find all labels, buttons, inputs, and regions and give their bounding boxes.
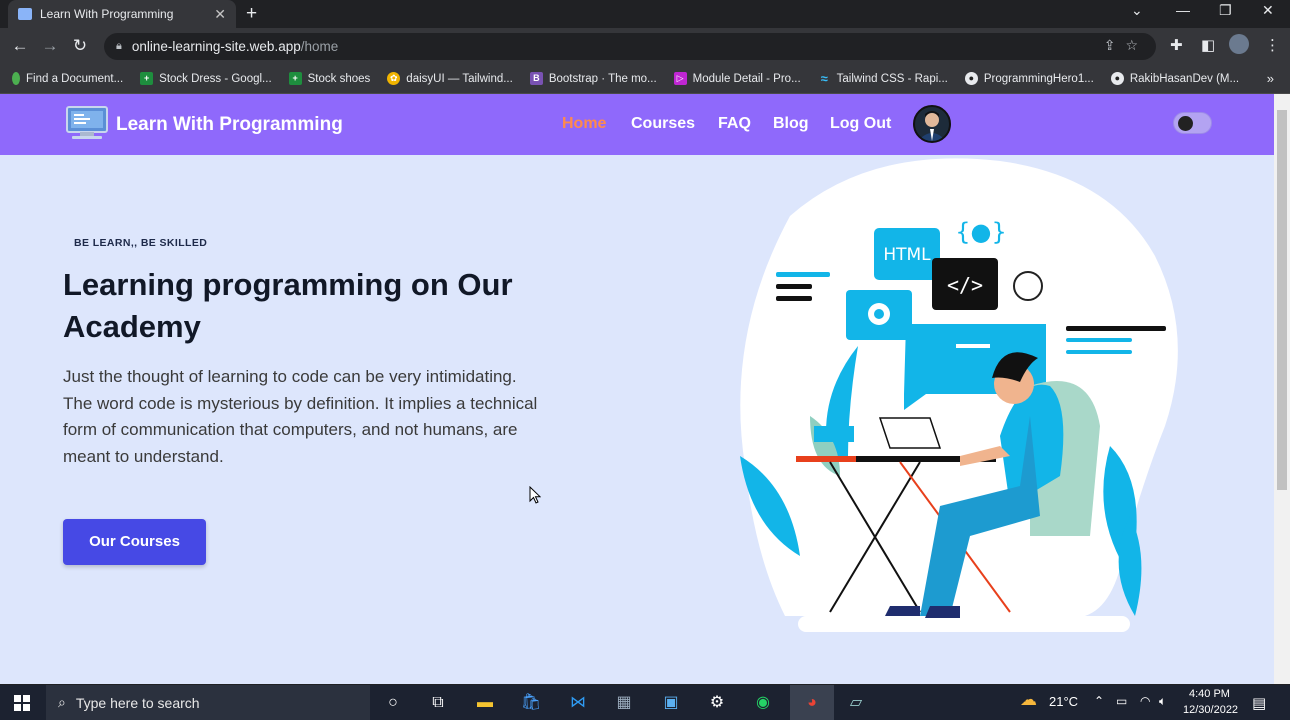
weather-temperature[interactable]: 21°C bbox=[1049, 694, 1078, 709]
clock-date[interactable]: 12/30/2022 bbox=[1183, 704, 1238, 716]
calculator-icon[interactable]: ▦ bbox=[613, 692, 635, 714]
weather-icon[interactable]: ☁ bbox=[1020, 690, 1037, 710]
site-navbar: Learn With Programming Home Courses FAQ … bbox=[0, 94, 1274, 155]
sheets-icon: + bbox=[288, 72, 302, 85]
our-courses-button[interactable]: Our Courses bbox=[63, 519, 206, 565]
search-icon: ⌕ bbox=[58, 694, 66, 710]
browser-tab[interactable]: Learn With Programming ✕ bbox=[8, 0, 236, 28]
hero-headline: Learning programming on Our Academy bbox=[63, 267, 513, 344]
mouse-cursor-icon bbox=[529, 486, 541, 504]
url-path: /home bbox=[300, 39, 339, 54]
app-icon[interactable]: ▣ bbox=[660, 692, 682, 714]
notes-app-icon[interactable]: ▱ bbox=[845, 692, 867, 714]
url-bar[interactable]: 🔒︎ online-learning-site.web.app/home ⇪☆ bbox=[104, 33, 1156, 60]
toggle-knob bbox=[1178, 116, 1193, 131]
hero-paragraph: Just the thought of learning to code can… bbox=[63, 367, 538, 466]
bookmarks-overflow-icon[interactable]: » bbox=[1267, 71, 1274, 86]
url-host: online-learning-site.web.app bbox=[131, 39, 301, 54]
nav-faq-link[interactable]: FAQ bbox=[718, 115, 751, 133]
bookmark-item[interactable]: Find a Document... bbox=[12, 72, 123, 85]
tailwind-icon: ≈ bbox=[820, 71, 828, 86]
nav-logout-link[interactable]: Log Out bbox=[830, 115, 891, 133]
settings-gear-icon[interactable]: ⚙ bbox=[706, 692, 728, 714]
wifi-icon[interactable]: ◠ bbox=[1140, 694, 1150, 708]
file-explorer-icon[interactable]: ▬ bbox=[474, 692, 496, 714]
user-avatar[interactable] bbox=[913, 105, 951, 143]
bookmark-item[interactable]: ✿ daisyUI — Tailwind... bbox=[387, 72, 513, 85]
task-view-icon[interactable]: ⧉ bbox=[427, 692, 449, 714]
bookmark-item[interactable]: ≈ Tailwind CSS - Rapi... bbox=[818, 72, 948, 85]
brand-name[interactable]: Learn With Programming bbox=[116, 114, 343, 136]
github-icon: ● bbox=[964, 72, 978, 85]
taskbar-search-box[interactable]: ⌕ Type here to search bbox=[46, 685, 370, 720]
volume-icon[interactable]: 🔈︎ bbox=[1159, 694, 1166, 709]
github-icon: ● bbox=[1110, 72, 1124, 85]
daisyui-icon: ✿ bbox=[387, 72, 401, 85]
profile-avatar[interactable] bbox=[1229, 34, 1249, 54]
bookmark-item[interactable]: B Bootstrap · The mo... bbox=[529, 72, 657, 85]
chrome-icon[interactable]: ◕ bbox=[790, 685, 834, 720]
scrollbar-thumb[interactable] bbox=[1277, 110, 1287, 490]
bookmark-item[interactable]: ▷ Module Detail - Pro... bbox=[673, 72, 801, 85]
maximize-icon[interactable]: ❐ bbox=[1219, 2, 1232, 19]
minimize-icon[interactable]: — bbox=[1176, 2, 1190, 18]
forward-icon[interactable]: → bbox=[35, 36, 65, 56]
bootstrap-icon: B bbox=[529, 72, 543, 85]
sheets-icon: + bbox=[140, 72, 154, 85]
nav-courses-link[interactable]: Courses bbox=[631, 115, 695, 133]
brand-logo-icon[interactable] bbox=[66, 106, 108, 140]
cortana-icon[interactable]: ○ bbox=[382, 692, 404, 714]
close-window-icon[interactable]: ✕ bbox=[1262, 2, 1274, 19]
vscode-icon[interactable]: ⋈ bbox=[567, 692, 589, 714]
reload-icon[interactable]: ↻ bbox=[65, 36, 95, 56]
nav-home-link[interactable]: Home bbox=[562, 115, 606, 133]
web-page: Learn With Programming Home Courses FAQ … bbox=[0, 94, 1274, 684]
bookmark-favicon-icon bbox=[12, 72, 20, 85]
tab-title: Learn With Programming bbox=[40, 7, 174, 21]
bookmark-item[interactable]: ● ProgrammingHero1... bbox=[964, 72, 1094, 85]
tab-search-icon[interactable]: ⌄ bbox=[1131, 2, 1143, 19]
battery-icon[interactable]: ▭ bbox=[1116, 694, 1127, 708]
taskbar-search-placeholder: Type here to search bbox=[75, 694, 200, 711]
module-icon: ▷ bbox=[673, 72, 687, 85]
code-badge: </> bbox=[947, 273, 983, 297]
side-panel-icon[interactable]: ◧ bbox=[1201, 36, 1215, 54]
whatsapp-icon[interactable]: ◉ bbox=[752, 692, 774, 714]
address-toolbar: ← → ↻ 🔒︎ online-learning-site.web.app/ho… bbox=[0, 28, 1290, 64]
notifications-icon[interactable]: ▤ bbox=[1252, 694, 1266, 712]
bookmark-star-icon[interactable]: ☆ bbox=[1125, 37, 1148, 53]
braces-badge: {●} bbox=[955, 218, 1006, 246]
store-icon[interactable]: 🛍︎ bbox=[520, 692, 542, 714]
windows-taskbar: ⌕ Type here to search ○ ⧉ ▬ 🛍︎ ⋈ ▦ ▣ ⚙ ◉… bbox=[0, 685, 1290, 720]
theme-toggle[interactable] bbox=[1173, 112, 1212, 134]
windows-start-icon[interactable] bbox=[14, 695, 30, 711]
menu-dots-icon[interactable]: ⋮ bbox=[1265, 36, 1280, 54]
bookmark-item[interactable]: ● RakibHasanDev (M... bbox=[1110, 72, 1239, 85]
page-scrollbar[interactable] bbox=[1274, 94, 1290, 684]
extensions-icon[interactable]: ✚ bbox=[1170, 36, 1183, 54]
new-tab-button[interactable]: + bbox=[246, 3, 257, 25]
hero-illustration: HTML </> {●} bbox=[740, 158, 1178, 632]
bookmarks-bar: Find a Document... + Stock Dress - Googl.… bbox=[0, 64, 1290, 94]
nav-blog-link[interactable]: Blog bbox=[773, 115, 809, 133]
bookmark-item[interactable]: + Stock Dress - Googl... bbox=[140, 72, 272, 85]
lock-icon: 🔒︎ bbox=[116, 40, 122, 52]
browser-tab-strip: Learn With Programming ✕ + ⌄ — ❐ ✕ bbox=[0, 0, 1290, 28]
close-tab-icon[interactable]: ✕ bbox=[214, 6, 226, 23]
hero-eyebrow: BE LEARN,, BE SKILLED bbox=[74, 237, 208, 249]
bookmark-item[interactable]: + Stock shoes bbox=[288, 72, 370, 85]
tray-chevron-icon[interactable]: ⌃ bbox=[1094, 694, 1104, 708]
tab-favicon-icon bbox=[18, 8, 32, 20]
html-badge: HTML bbox=[883, 245, 931, 265]
share-icon[interactable]: ⇪ bbox=[1104, 37, 1126, 53]
back-icon[interactable]: ← bbox=[5, 36, 35, 56]
clock-time[interactable]: 4:40 PM bbox=[1189, 688, 1230, 700]
